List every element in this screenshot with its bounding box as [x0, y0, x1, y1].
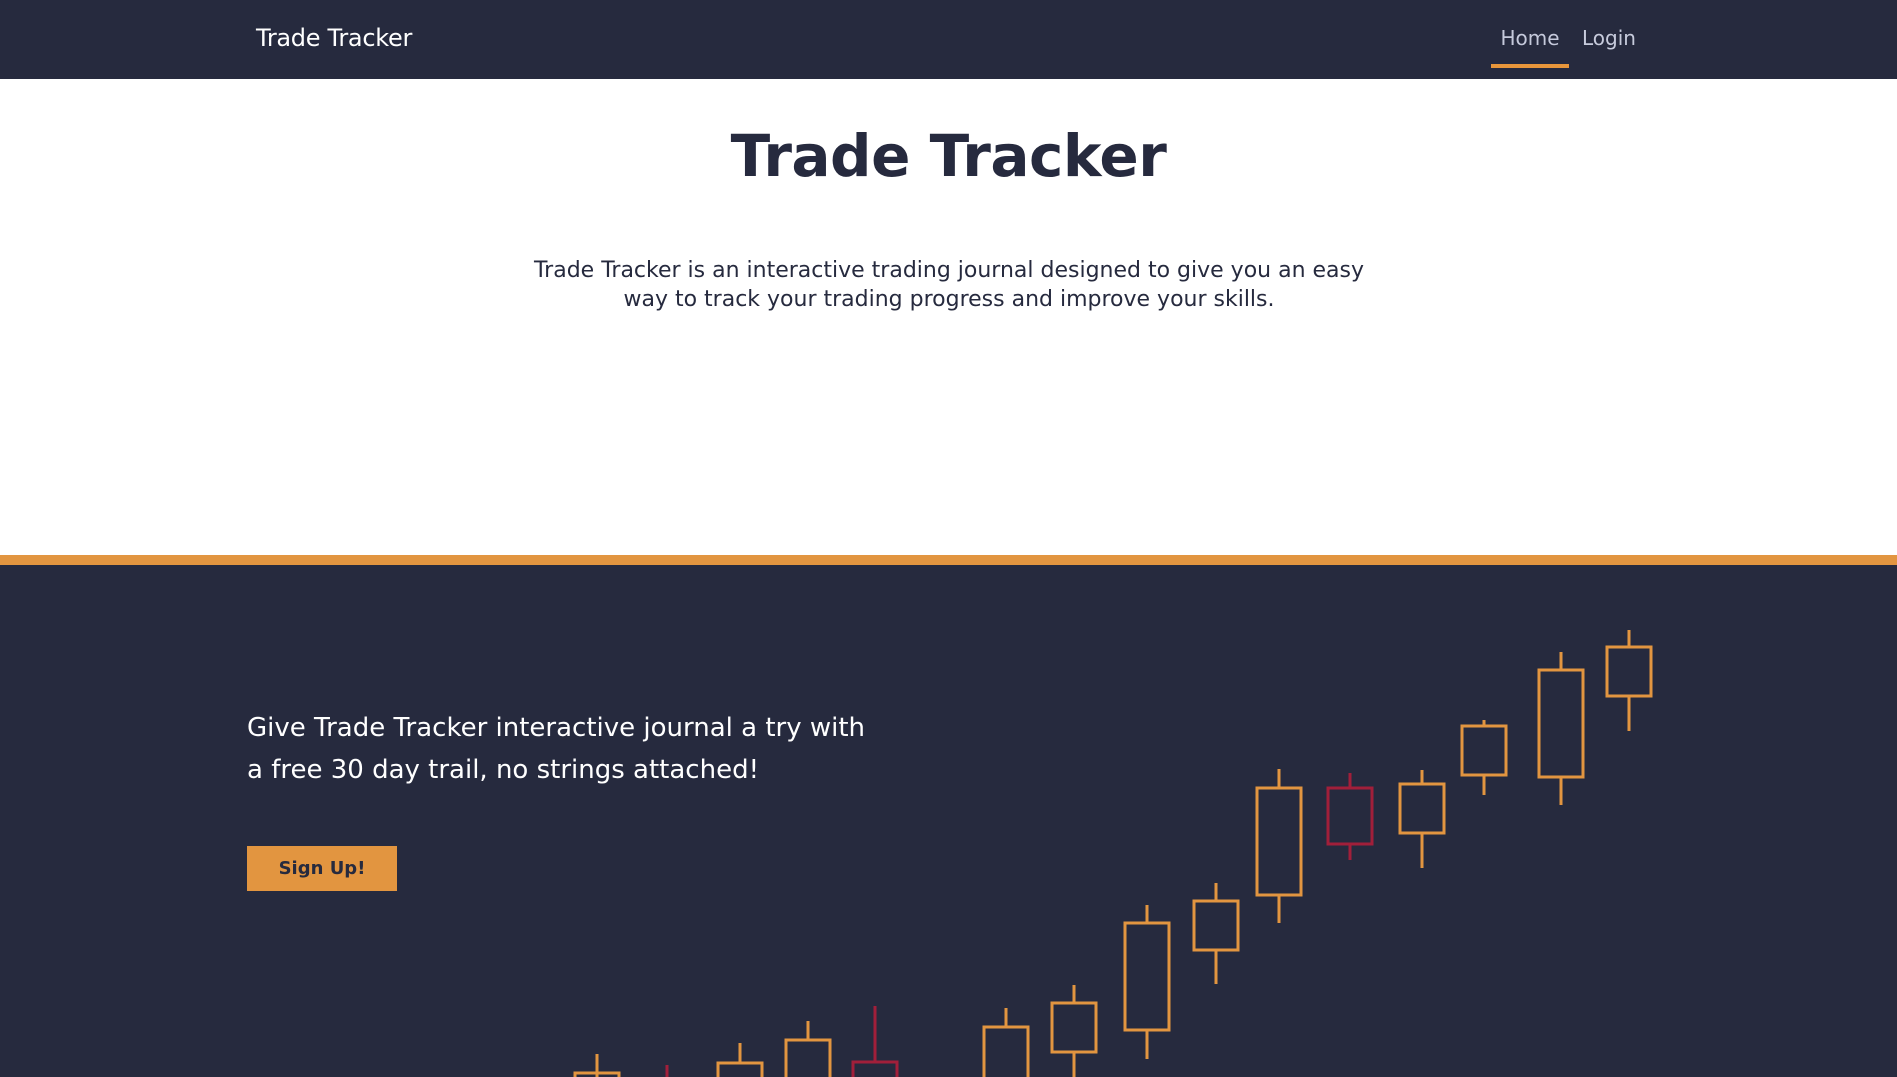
candlestick-illustration — [573, 630, 1653, 1077]
candlestick-bullish — [1460, 720, 1508, 795]
candlestick-bearish — [851, 1006, 899, 1077]
candlestick-bullish — [1605, 630, 1653, 731]
candlestick-bullish — [1537, 652, 1585, 805]
nav-link-home[interactable]: Home — [1491, 26, 1569, 50]
active-nav-indicator — [1491, 64, 1569, 68]
candlestick-bullish — [1192, 883, 1240, 984]
candlestick-bullish — [716, 1043, 764, 1077]
candlestick-bullish — [573, 1054, 621, 1077]
sign-up-button[interactable]: Sign Up! — [247, 846, 397, 891]
candlestick-bullish — [1123, 905, 1171, 1059]
candlestick-bullish — [784, 1021, 832, 1077]
cta-section: Give Trade Tracker interactive journal a… — [0, 565, 1897, 1077]
top-navbar: Trade Tracker Home Login — [0, 0, 1897, 79]
section-divider — [0, 555, 1897, 565]
candlestick-bullish — [1050, 985, 1098, 1077]
brand-logo[interactable]: Trade Tracker — [256, 24, 412, 52]
hero-description: Trade Tracker is an interactive trading … — [533, 258, 1365, 312]
candlestick-bullish — [1255, 769, 1303, 923]
candlestick-bullish — [982, 1008, 1030, 1077]
page-title: Trade Tracker — [730, 122, 1167, 190]
candlestick-bullish — [1398, 770, 1446, 868]
cta-message: Give Trade Tracker interactive journal a… — [247, 713, 866, 785]
candlestick-bearish — [1326, 773, 1374, 860]
nav-link-login[interactable]: Login — [1582, 26, 1636, 50]
